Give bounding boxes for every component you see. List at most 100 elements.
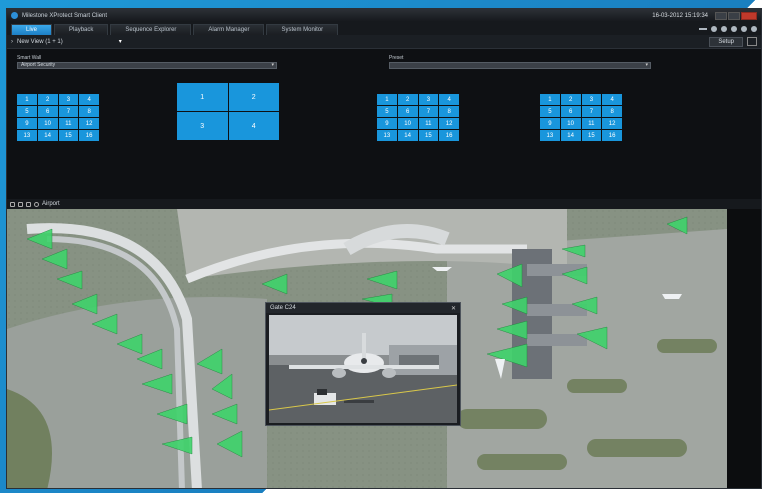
setup-button[interactable]: Setup xyxy=(709,36,743,47)
monitor-grid-4-cell[interactable]: 10 xyxy=(560,118,581,129)
monitor-grid-3-cell[interactable]: 10 xyxy=(397,118,418,129)
monitor-grid-3-cell[interactable]: 13 xyxy=(377,130,397,141)
view-selector-bar: › New View (1 + 1) ▾ Setup xyxy=(7,35,761,49)
monitor-grid-4-cell[interactable]: 16 xyxy=(602,130,622,141)
preset-dropdown[interactable]: ▾ xyxy=(389,62,651,69)
monitor-grid-2-cell[interactable]: 4 xyxy=(228,112,279,140)
back-icon[interactable] xyxy=(18,201,23,207)
fullscreen-icon[interactable] xyxy=(747,37,757,46)
view-name[interactable]: New View (1 + 1) xyxy=(17,39,63,45)
minimize-button[interactable] xyxy=(715,11,727,20)
view-expand-chevron-icon[interactable]: › xyxy=(11,39,13,45)
monitor-grid-1-cell[interactable]: 8 xyxy=(79,106,99,117)
monitor-grid-1-cell[interactable]: 11 xyxy=(58,118,79,129)
gear-icon[interactable] xyxy=(741,25,747,32)
monitor-grid-1-cell[interactable]: 15 xyxy=(58,130,79,141)
tab-live[interactable]: Live xyxy=(11,24,53,35)
monitor-grid-2-cell[interactable]: 3 xyxy=(177,112,228,140)
monitor-grid-3-cell[interactable]: 3 xyxy=(418,94,439,105)
monitor-grid-4-cell[interactable]: 5 xyxy=(540,106,560,117)
monitor-grid-2-cell[interactable]: 1 xyxy=(177,83,228,111)
smart-wall-value: Airport Security xyxy=(21,62,56,68)
monitor-grid-3-cell[interactable]: 6 xyxy=(397,106,418,117)
title-bar: Milestone XProtect Smart Client 16-03-20… xyxy=(7,9,761,22)
monitor-grid-4-cell[interactable]: 2 xyxy=(560,94,581,105)
monitor-grid-2-cell[interactable]: 2 xyxy=(228,83,279,111)
map-breadcrumb[interactable]: Airport xyxy=(42,201,60,207)
camera-popup-titlebar[interactable]: Gate C24 ✕ xyxy=(266,303,460,313)
monitor-grid-4-cell[interactable]: 13 xyxy=(540,130,560,141)
monitor-grid-4-cell[interactable]: 6 xyxy=(560,106,581,117)
outer-frame: Milestone XProtect Smart Client 16-03-20… xyxy=(0,0,766,493)
forward-icon[interactable] xyxy=(26,201,31,207)
monitor-grid-1-cell[interactable]: 12 xyxy=(79,118,99,129)
monitor-grid-1-cell[interactable]: 7 xyxy=(58,106,79,117)
refresh-icon[interactable] xyxy=(711,25,717,32)
monitor-grid-3-cell[interactable]: 8 xyxy=(439,106,459,117)
monitor-grid-3-cell[interactable]: 9 xyxy=(377,118,397,129)
tab-playback[interactable]: Playback xyxy=(54,24,109,35)
status-icon[interactable] xyxy=(721,25,727,32)
monitor-grid-1-cell[interactable]: 4 xyxy=(79,94,99,105)
camera-video-frame xyxy=(269,315,457,423)
airport-map[interactable]: Gate C24 ✕ xyxy=(7,209,727,488)
monitor-grid-4-cell[interactable]: 11 xyxy=(581,118,602,129)
monitor-grid-3-cell[interactable]: 15 xyxy=(418,130,439,141)
help-icon[interactable] xyxy=(731,25,737,32)
monitor-grid-4-cell[interactable]: 14 xyxy=(560,130,581,141)
monitor-grid-3-cell[interactable]: 12 xyxy=(439,118,459,129)
chevron-down-icon[interactable]: ▾ xyxy=(119,38,122,45)
monitor-grid-3-cell[interactable]: 1 xyxy=(377,94,397,105)
home-icon[interactable] xyxy=(10,201,15,207)
monitor-grid-3-cell[interactable]: 16 xyxy=(439,130,459,141)
monitor-grid-4-cell[interactable]: 4 xyxy=(602,94,622,105)
camera-popup[interactable]: Gate C24 ✕ xyxy=(265,302,461,426)
tab-sequence-explorer[interactable]: Sequence Explorer xyxy=(110,24,192,35)
monitor-grid-4: 1 2 3 4 5 6 7 8 9 10 11 12 13 14 15 16 xyxy=(540,94,622,141)
close-icon[interactable]: ✕ xyxy=(451,305,456,312)
monitor-grid-3-cell[interactable]: 11 xyxy=(418,118,439,129)
map-side-panel xyxy=(727,209,761,488)
monitor-grid-3-cell[interactable]: 2 xyxy=(397,94,418,105)
monitor-grid-4-cell[interactable]: 12 xyxy=(602,118,622,129)
monitor-grid-4-cell[interactable]: 15 xyxy=(581,130,602,141)
monitor-grid-3-cell[interactable]: 14 xyxy=(397,130,418,141)
pin-icon[interactable] xyxy=(751,25,757,32)
monitor-grid-1-cell[interactable]: 6 xyxy=(37,106,58,117)
monitor-grid-1-cell[interactable]: 16 xyxy=(79,130,99,141)
monitor-grid-1-cell[interactable]: 13 xyxy=(17,130,37,141)
monitor-grid-4-cell[interactable]: 7 xyxy=(581,106,602,117)
monitor-grid-1-cell[interactable]: 3 xyxy=(58,94,79,105)
app-logo-icon xyxy=(11,12,18,19)
monitor-grid-3-cell[interactable]: 4 xyxy=(439,94,459,105)
smart-wall-dropdown[interactable]: Airport Security ▾ xyxy=(17,62,277,69)
toolbar-icons xyxy=(699,22,761,35)
close-button[interactable] xyxy=(741,11,757,20)
monitor-grid-3: 1 2 3 4 5 6 7 8 9 10 11 12 13 14 15 16 xyxy=(377,94,459,141)
camera-popup-title: Gate C24 xyxy=(270,305,296,311)
maximize-button[interactable] xyxy=(728,11,740,20)
map-toolbar: Airport xyxy=(7,199,761,209)
monitor-grid-4-cell[interactable]: 8 xyxy=(602,106,622,117)
chevron-down-icon: ▾ xyxy=(271,62,274,68)
monitor-grid-1-cell[interactable]: 10 xyxy=(37,118,58,129)
tab-alarm-manager[interactable]: Alarm Manager xyxy=(193,24,265,35)
monitor-grid-4-cell[interactable]: 1 xyxy=(540,94,560,105)
map-icon[interactable] xyxy=(34,201,39,207)
monitor-grid-4-cell[interactable]: 3 xyxy=(581,94,602,105)
preset-label: Preset xyxy=(389,55,404,61)
camera-live-view[interactable] xyxy=(269,315,457,423)
monitor-grid-1-cell[interactable]: 5 xyxy=(17,106,37,117)
monitor-grid-1-cell[interactable]: 9 xyxy=(17,118,37,129)
monitor-grid-3-cell[interactable]: 7 xyxy=(418,106,439,117)
monitor-grid-4-cell[interactable]: 9 xyxy=(540,118,560,129)
tab-system-monitor[interactable]: System Monitor xyxy=(266,24,339,35)
monitor-grid-1-cell[interactable]: 14 xyxy=(37,130,58,141)
monitor-grid-1-cell[interactable]: 2 xyxy=(37,94,58,105)
monitor-grid-3-cell[interactable]: 5 xyxy=(377,106,397,117)
monitor-grid-1: 1 2 3 4 5 6 7 8 9 10 11 12 13 14 15 16 xyxy=(17,94,99,141)
clock-readout: 16-03-2012 15:19:34 xyxy=(652,12,708,19)
back-arrow-icon[interactable] xyxy=(699,27,707,30)
smart-wall-panel: Smart Wall Airport Security ▾ Preset ▾ 1… xyxy=(7,49,761,199)
monitor-grid-1-cell[interactable]: 1 xyxy=(17,94,37,105)
